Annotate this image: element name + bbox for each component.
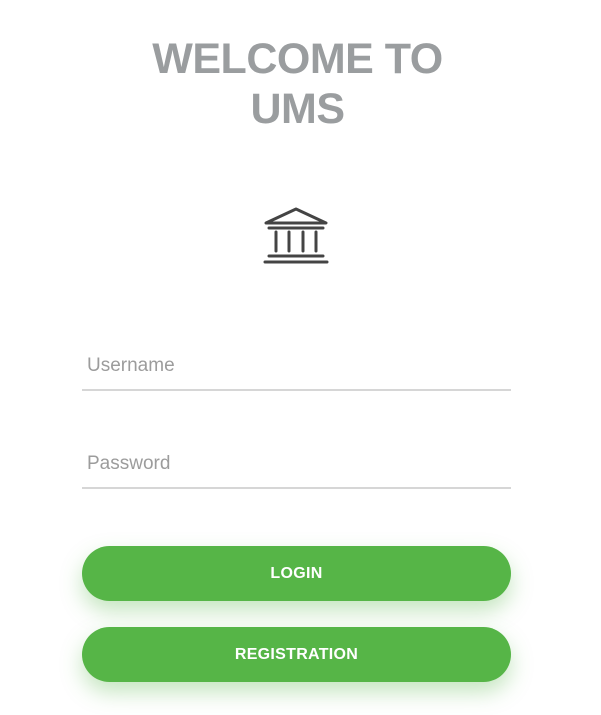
login-page: WELCOME TO UMS LOGIN REGISTRATION [0,0,601,715]
password-input[interactable] [82,441,511,489]
title-line-2: UMS [250,85,345,133]
registration-button[interactable]: REGISTRATION [82,627,511,682]
username-input[interactable] [82,343,511,391]
bank-building-icon [263,207,329,264]
title-line-1: WELCOME TO [152,35,443,83]
login-button[interactable]: LOGIN [82,546,511,601]
page-title: WELCOME TO UMS [0,34,595,134]
